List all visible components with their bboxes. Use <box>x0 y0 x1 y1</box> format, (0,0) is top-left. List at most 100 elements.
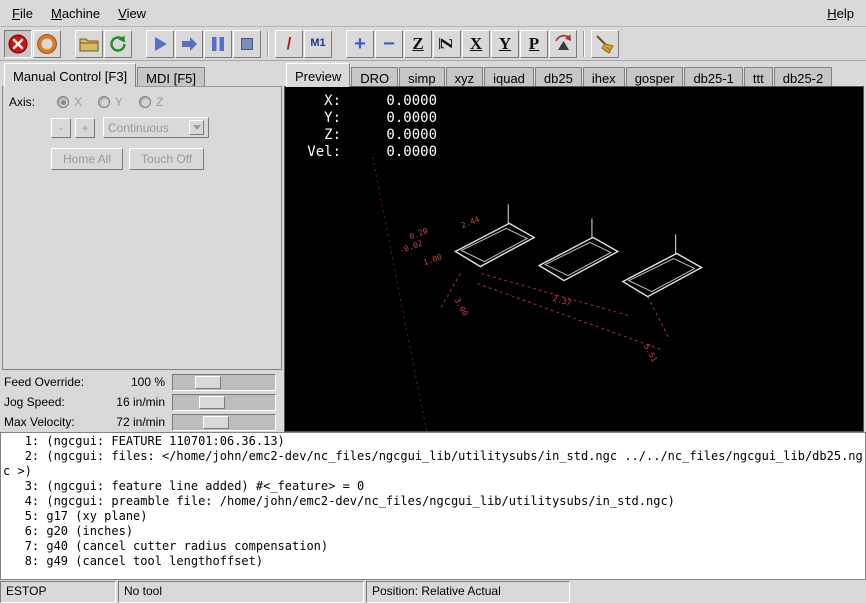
feed-override-slider-thumb[interactable] <box>195 376 221 389</box>
tab-iquad[interactable]: iquad <box>484 67 534 87</box>
gcode-line[interactable]: 2: (ngcgui: files: </home/john/emc2-dev/… <box>3 449 863 479</box>
menu-machine[interactable]: Machine <box>42 2 109 25</box>
clear-plot-button[interactable] <box>591 30 619 58</box>
status-filler <box>572 581 866 603</box>
tab-manual-control[interactable]: Manual Control [F3] <box>4 63 136 87</box>
view-perspective-button[interactable]: P <box>520 30 548 58</box>
gcode-line[interactable]: 8: g49 (cancel tool lengthoffset) <box>3 554 863 569</box>
estop-button[interactable] <box>4 30 32 58</box>
tab-simp[interactable]: simp <box>399 67 444 87</box>
home-all-button[interactable]: Home All <box>51 148 123 170</box>
feed-override-label: Feed Override: <box>4 375 102 389</box>
tab-db25-2[interactable]: db25-2 <box>774 67 832 87</box>
broom-icon <box>594 33 616 55</box>
toolpath-shape-3 <box>623 234 702 296</box>
tab-mdi[interactable]: MDI [F5] <box>137 67 205 87</box>
machine-power-button[interactable] <box>33 30 61 58</box>
readout-z-label: Z: <box>293 127 341 144</box>
view-rotated-top-z-icon: Z <box>439 38 456 49</box>
gcode-line[interactable]: 6: g20 (inches) <box>3 524 863 539</box>
chevron-down-icon <box>189 120 204 135</box>
toolbar: / M1 + − Z Z X Y P <box>0 27 866 61</box>
slider-panel: Feed Override: 100 % Jog Speed: 16 in/mi… <box>2 370 282 432</box>
dim-label: 2.37 <box>552 294 573 308</box>
view-front-button[interactable]: Y <box>491 30 519 58</box>
radio-indicator <box>57 96 69 108</box>
tab-xyz[interactable]: xyz <box>446 67 484 87</box>
max-velocity-slider-thumb[interactable] <box>203 416 229 429</box>
max-velocity-slider[interactable] <box>172 414 276 431</box>
stop-button[interactable] <box>233 30 261 58</box>
dim-label: 3.00 <box>453 296 470 317</box>
view-top-button[interactable]: Z <box>404 30 432 58</box>
gcode-line[interactable]: 3: (ngcgui: feature line added) #<_featu… <box>3 479 863 494</box>
block-delete-button[interactable]: / <box>275 30 303 58</box>
run-icon <box>149 33 171 55</box>
feed-override-value: 100 % <box>102 375 172 389</box>
jog-speed-slider-thumb[interactable] <box>199 396 225 409</box>
axis-radio-x[interactable]: X <box>57 95 82 109</box>
jog-row: - + Continuous <box>7 115 277 142</box>
readout-row-vel: Vel:0.0000 <box>293 144 437 161</box>
jog-mode-value: Continuous <box>108 121 169 135</box>
touch-off-button[interactable]: Touch Off <box>129 148 204 170</box>
main-area: Manual Control [F3] MDI [F5] Axis: X Y <box>0 61 866 432</box>
tab-dro[interactable]: DRO <box>351 67 398 87</box>
open-file-button[interactable] <box>75 30 103 58</box>
home-row: Home All Touch Off <box>7 142 277 170</box>
status-machine-state: ESTOP <box>0 581 116 603</box>
gcode-line[interactable]: 5: g17 (xy plane) <box>3 509 863 524</box>
status-tool: No tool <box>118 581 364 603</box>
jog-minus-button[interactable]: - <box>51 118 71 138</box>
preview-tabs: Preview DRO simp xyz iquad db25 ihex gos… <box>284 63 864 87</box>
step-arrow-icon <box>178 33 200 55</box>
axis-z-label: Z <box>156 95 163 109</box>
view-rotated-top-button[interactable]: Z <box>433 30 461 58</box>
toolbar-separator <box>267 31 269 57</box>
view-side-button[interactable]: X <box>462 30 490 58</box>
view-front-y-icon: Y <box>499 35 511 52</box>
tab-db25[interactable]: db25 <box>535 67 582 87</box>
zoom-in-button[interactable]: + <box>346 30 374 58</box>
readout-row-z: Z:0.0000 <box>293 127 437 144</box>
menu-file[interactable]: File <box>3 2 42 25</box>
tab-preview[interactable]: Preview <box>286 63 350 87</box>
axis-radio-y[interactable]: Y <box>98 95 123 109</box>
gcode-listing[interactable]: 1: (ngcgui: FEATURE 110701:06.36.13) 2: … <box>0 432 866 580</box>
view-side-x-icon: X <box>470 35 482 52</box>
jog-plus-button[interactable]: + <box>75 118 95 138</box>
tab-db25-1[interactable]: db25-1 <box>684 67 742 87</box>
jog-mode-select[interactable]: Continuous <box>103 117 209 138</box>
pause-button[interactable] <box>204 30 232 58</box>
axis-y-label: Y <box>115 95 123 109</box>
gcode-line[interactable]: 4: (ngcgui: preamble file: /home/john/em… <box>3 494 863 509</box>
status-position-mode: Position: Relative Actual <box>366 581 570 603</box>
pause-icon <box>207 33 229 55</box>
preview-canvas[interactable]: X:0.0000 Y:0.0000 Z:0.0000 Vel:0.0000 <box>284 86 864 432</box>
run-program-button[interactable] <box>146 30 174 58</box>
menu-view[interactable]: View <box>109 2 155 25</box>
status-bar: ESTOP No tool Position: Relative Actual <box>0 580 866 603</box>
readout-vel-value: 0.0000 <box>341 144 437 161</box>
max-velocity-value: 72 in/min <box>102 415 172 429</box>
open-folder-icon <box>78 33 100 55</box>
rotate-view-button[interactable] <box>549 30 577 58</box>
feed-override-slider[interactable] <box>172 374 276 391</box>
jog-speed-slider[interactable] <box>172 394 276 411</box>
jog-speed-row: Jog Speed: 16 in/min <box>4 392 280 412</box>
tab-ihex[interactable]: ihex <box>583 67 625 87</box>
optional-pause-button[interactable]: M1 <box>304 30 332 58</box>
zoom-out-button[interactable]: − <box>375 30 403 58</box>
tab-gosper[interactable]: gosper <box>626 67 684 87</box>
menu-help[interactable]: Help <box>818 2 863 25</box>
machine-power-icon <box>36 33 58 55</box>
axis-radio-z[interactable]: Z <box>139 95 163 109</box>
reload-file-button[interactable] <box>104 30 132 58</box>
gcode-line[interactable]: 1: (ngcgui: FEATURE 110701:06.36.13) <box>3 434 863 449</box>
dimension-labels: 0.20 -0.02 2.44 1.00 3.00 2.37 5.51 <box>398 215 659 364</box>
dimension-lines <box>440 274 669 350</box>
step-button[interactable] <box>175 30 203 58</box>
gcode-line[interactable]: 7: g40 (cancel cutter radius compensatio… <box>3 539 863 554</box>
stop-icon <box>236 33 258 55</box>
tab-ttt[interactable]: ttt <box>744 67 773 87</box>
